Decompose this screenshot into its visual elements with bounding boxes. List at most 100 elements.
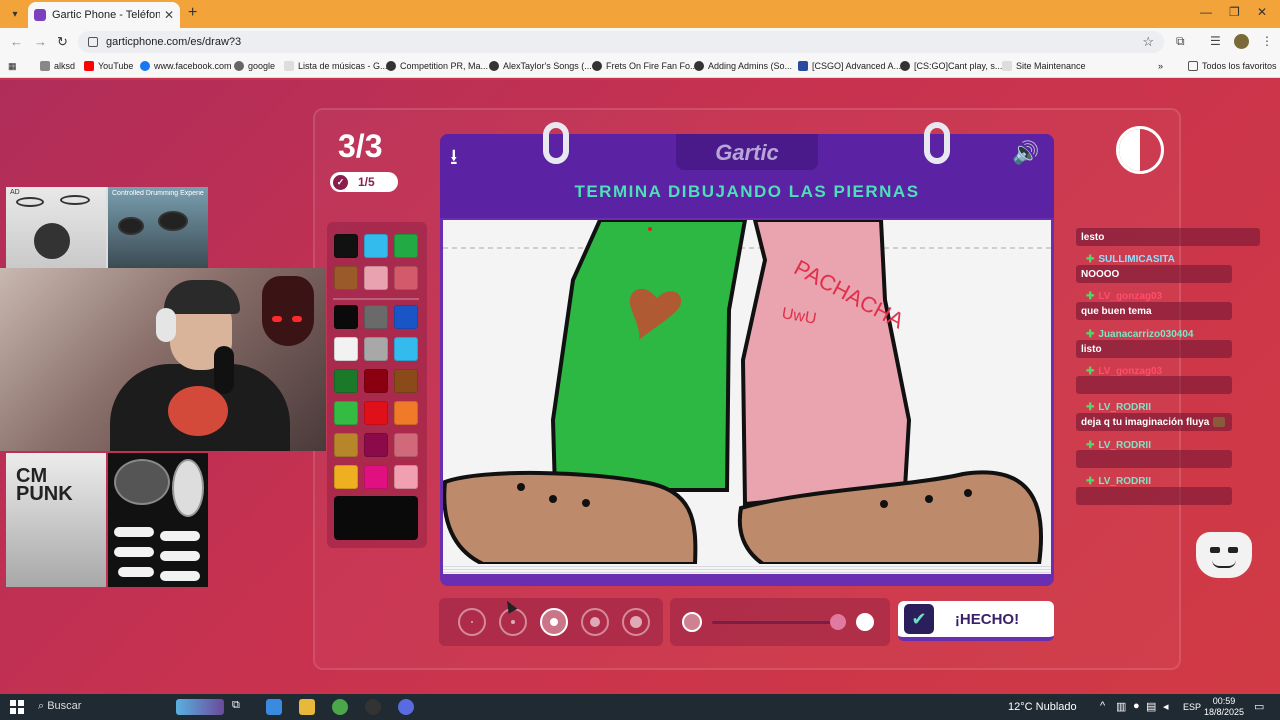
chat-username-text: LV_RODRII bbox=[1098, 475, 1151, 487]
forward-icon[interactable]: → bbox=[34, 34, 47, 49]
color-swatch[interactable] bbox=[394, 266, 418, 290]
volume-icon[interactable]: ◂ bbox=[1163, 700, 1169, 713]
calculator-icon[interactable] bbox=[266, 699, 282, 715]
color-swatch[interactable] bbox=[364, 266, 388, 290]
profile-avatar[interactable] bbox=[1234, 34, 1249, 49]
color-swatch[interactable] bbox=[394, 433, 418, 457]
bookmark-4[interactable]: Lista de músicas - G... bbox=[284, 61, 388, 71]
color-swatch[interactable] bbox=[334, 465, 358, 489]
close-window-icon[interactable]: ✕ bbox=[1257, 5, 1267, 19]
plus-icon: ✚ bbox=[1086, 439, 1095, 451]
steam-icon[interactable] bbox=[365, 699, 381, 715]
chat-message: que buen tema bbox=[1081, 302, 1152, 320]
color-swatch[interactable] bbox=[364, 337, 388, 361]
opacity-slider-handle[interactable] bbox=[830, 614, 846, 630]
brush-dot bbox=[550, 618, 558, 626]
new-tab-icon[interactable]: + bbox=[188, 4, 197, 22]
bookmark-0[interactable]: alksd bbox=[40, 61, 75, 71]
clock-time: 00:59 bbox=[1212, 696, 1236, 706]
taskbar-search[interactable]: ⌕ Buscar bbox=[38, 700, 81, 713]
bookmark-1[interactable]: YouTube bbox=[84, 61, 133, 71]
site-info-icon[interactable] bbox=[88, 37, 98, 47]
brush-size-1-button[interactable] bbox=[458, 608, 486, 636]
download-icon[interactable]: ⭳ bbox=[450, 140, 458, 178]
language-indicator[interactable]: ESP bbox=[1183, 702, 1201, 712]
bookmark-9[interactable]: [CSGO] Advanced A... bbox=[798, 61, 901, 71]
restore-icon[interactable]: ❐ bbox=[1229, 5, 1240, 19]
chat-username-text: LV_gonzag03 bbox=[1098, 365, 1163, 377]
close-tab-icon[interactable]: ✕ bbox=[164, 8, 174, 22]
foot-dot bbox=[549, 495, 557, 503]
tab-search-icon[interactable]: ▾ bbox=[6, 5, 24, 23]
color-swatch[interactable] bbox=[394, 401, 418, 425]
color-swatch[interactable] bbox=[334, 266, 358, 290]
bookmark-5[interactable]: Competition PR, Ma... bbox=[386, 61, 488, 71]
color-swatch[interactable] bbox=[334, 401, 358, 425]
apps-grid-icon[interactable]: ▦ bbox=[8, 61, 17, 72]
contrast-mode-icon[interactable] bbox=[1116, 126, 1164, 174]
omnibox[interactable]: garticphone.com/es/draw?3 ☆ bbox=[78, 31, 1164, 53]
color-swatch[interactable] bbox=[394, 465, 418, 489]
brush-size-2-button[interactable] bbox=[499, 608, 527, 636]
all-favorites[interactable]: Todos los favoritos bbox=[1188, 61, 1277, 71]
bookmark-10[interactable]: [CS:GO]Cant play, s... bbox=[900, 61, 1002, 71]
notifications-icon[interactable]: ▭ bbox=[1254, 700, 1264, 713]
brush-size-3-button[interactable] bbox=[540, 608, 568, 636]
color-swatch[interactable] bbox=[364, 433, 388, 457]
clock[interactable]: 00:59 18/8/2025 bbox=[1204, 696, 1244, 718]
color-swatch[interactable] bbox=[334, 337, 358, 361]
brush-size-4-button[interactable] bbox=[581, 608, 609, 636]
color-swatch[interactable] bbox=[394, 337, 418, 361]
microphone-shape bbox=[214, 346, 234, 394]
more-bookmarks-icon[interactable]: » bbox=[1158, 61, 1163, 71]
bookmark-8[interactable]: Adding Admins (So... bbox=[694, 61, 792, 71]
speaker-icon[interactable]: 🔊 bbox=[1012, 140, 1039, 166]
color-swatch[interactable] bbox=[334, 234, 358, 258]
color-swatch[interactable] bbox=[364, 401, 388, 425]
network-icon[interactable]: ▤ bbox=[1146, 700, 1156, 713]
color-swatch[interactable] bbox=[334, 305, 358, 329]
bookmark-7[interactable]: Frets On Fire Fan Fo... bbox=[592, 61, 698, 71]
bookmark-6[interactable]: AlexTaylor's Songs (... bbox=[489, 61, 592, 71]
pink-leg bbox=[740, 220, 912, 507]
mask-eye bbox=[292, 316, 302, 322]
task-view-icon[interactable]: ⧉ bbox=[232, 699, 248, 715]
color-swatch[interactable] bbox=[394, 234, 418, 258]
tray-app-icon[interactable]: ▥ bbox=[1116, 700, 1126, 713]
youtube-icon bbox=[84, 61, 94, 71]
minimize-icon[interactable]: — bbox=[1200, 5, 1212, 19]
menu-dots-icon[interactable]: ⋮ bbox=[1261, 34, 1273, 48]
bookmark-3[interactable]: google bbox=[234, 61, 275, 71]
weather-widget[interactable]: 12°C Nublado bbox=[1008, 701, 1077, 713]
extensions-icon[interactable]: ⧉ bbox=[1176, 34, 1185, 49]
drum-shape bbox=[34, 223, 70, 259]
color-swatch[interactable] bbox=[394, 305, 418, 329]
color-swatch[interactable] bbox=[364, 369, 388, 393]
drawing-canvas[interactable]: PACHACHA UwU bbox=[443, 220, 1051, 564]
green-leg bbox=[550, 220, 748, 492]
media-control-icon[interactable]: ☰ bbox=[1210, 34, 1221, 48]
back-icon[interactable]: ← bbox=[10, 34, 23, 49]
chrome-icon[interactable] bbox=[332, 699, 348, 715]
bookmark-11[interactable]: Site Maintenance bbox=[1002, 61, 1086, 71]
bookmark-2[interactable]: www.facebook.com bbox=[140, 61, 232, 71]
color-swatch[interactable] bbox=[334, 369, 358, 393]
done-button[interactable]: ✔ ¡HECHO! bbox=[898, 601, 1054, 641]
mask-eye bbox=[272, 316, 282, 322]
file-explorer-icon[interactable] bbox=[299, 699, 315, 715]
color-swatch[interactable] bbox=[364, 234, 388, 258]
microphone-icon[interactable]: ● bbox=[1133, 700, 1140, 712]
taskbar-search-label: Buscar bbox=[47, 700, 82, 712]
browser-tab[interactable]: Gartic Phone - Teléfono Descom ✕ bbox=[28, 2, 180, 28]
tray-chevron-icon[interactable]: ^ bbox=[1100, 700, 1105, 712]
windows-start-icon[interactable] bbox=[10, 700, 24, 714]
discord-icon[interactable] bbox=[398, 699, 414, 715]
bookmark-star-icon[interactable]: ☆ bbox=[1142, 34, 1154, 50]
color-swatch[interactable] bbox=[364, 305, 388, 329]
reload-icon[interactable]: ↻ bbox=[57, 34, 68, 50]
color-swatch[interactable] bbox=[364, 465, 388, 489]
color-swatch[interactable] bbox=[394, 369, 418, 393]
brush-size-5-button[interactable] bbox=[622, 608, 650, 636]
opacity-slider-track[interactable] bbox=[712, 621, 834, 624]
color-swatch[interactable] bbox=[334, 433, 358, 457]
